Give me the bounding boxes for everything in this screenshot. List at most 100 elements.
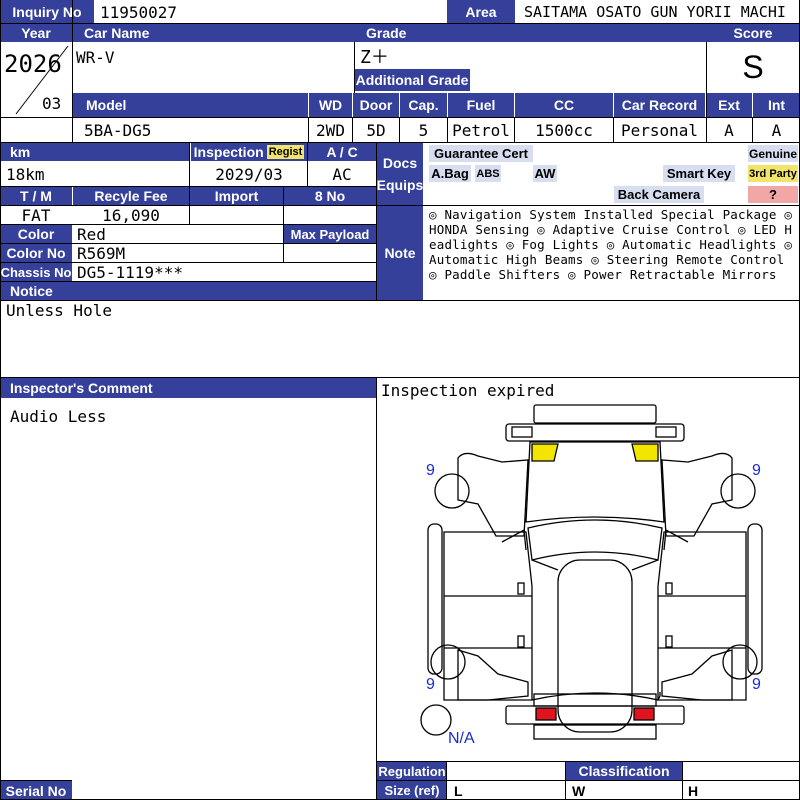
score-value: S [706,42,800,92]
model-label: Model [72,93,308,117]
km-value: 18km [2,162,188,186]
grid-line [0,117,800,118]
fuel-value: Petrol [448,118,514,142]
year-month-value: 03 [42,94,62,113]
ac-value: AC [308,162,376,186]
grid-line [399,117,400,143]
car-name-value: WR-V [72,42,354,70]
grid-line [0,281,376,282]
int-value: A [753,118,800,142]
recycle-fee-value: 16,090 [73,206,189,224]
grid-line [706,42,707,143]
smart-key-tag: Smart Key [663,165,735,182]
car-record-label: Car Record [614,93,705,117]
car-record-value: Personal [614,118,705,142]
inspector-comment-label: Inspector's Comment [0,378,376,398]
serial-no-label: Serial No [0,781,72,800]
grid-line [0,224,376,225]
grid-line [354,42,355,93]
grid-line [514,117,515,143]
year-label: Year [0,24,72,42]
km-label: km [0,143,190,161]
eight-no-label: 8 No [284,187,376,205]
classification-label: Classification [566,762,682,780]
regulation-label: Regulation [377,762,447,780]
left-headlight-mark [531,443,559,462]
year-cell: 2026 03 [0,42,72,118]
guarantee-cert-tag: Guarantee Cert [429,145,533,162]
inspection-status: Inspection expired [381,380,791,400]
grid-line [0,142,800,143]
size-ref-label: Size (ref) [377,781,447,800]
tm-label: T / M [0,187,72,205]
color-value: Red [73,225,283,243]
area-value: SAITAMA OSATO GUN YORII MACHI [520,1,798,23]
grid-line [376,761,800,762]
grid-line [0,205,800,206]
abs-tag: ABS [475,165,501,182]
inquiry-no-label: Inquiry No [0,0,94,24]
spare-tire-mark: N/A [448,730,475,747]
area-label: Area [447,0,515,24]
front-right-wheel-mark: 9 [752,462,761,479]
import-label: Import [190,187,283,205]
grid-line [189,142,190,224]
grid-line [565,761,566,800]
grid-line [447,117,448,143]
grid-line [72,0,73,143]
max-payload-value [284,244,376,262]
tm-value: FAT [0,206,72,224]
size-l-label: L [450,781,560,800]
int-label: Int [753,93,800,117]
right-headlight-mark [631,443,659,462]
left-taillight-mark [535,707,557,721]
unknown-tag: ? [748,186,798,203]
color-label: Color [0,225,72,243]
note-label: Note [377,206,423,300]
import-value [190,206,283,224]
grid-line [682,761,683,800]
grid-line [613,117,614,143]
equips-label: Equips [377,177,423,193]
chassis-no-label: Chassis No [0,263,72,281]
rear-right-wheel-mark: 9 [752,676,761,693]
note-text: ◎ Navigation System Installed Special Pa… [429,207,793,282]
inspector-comment-value: Audio Less [6,406,366,426]
spare-tire [420,704,452,736]
eight-no-value [284,206,376,224]
size-h-label: H [684,781,794,800]
grade-label: Grade [354,24,706,42]
grid-line [0,23,800,24]
chassis-no-value: DG5-1119*** [73,263,376,281]
docs-equips-label: Docs Equips [377,143,423,205]
genuine-tag: Genuine [748,145,798,162]
notice-value: Unless Hole [2,301,792,321]
rear-left-wheel-mark: 9 [426,676,435,693]
grid-line [307,142,308,187]
grid-line [0,300,800,301]
regist-badge: Regist [266,145,305,159]
car-damage-diagram [420,404,763,740]
cc-value: 1500cc [515,118,613,142]
model-value: 5BA-DG5 [80,118,306,142]
ext-value: A [706,118,752,142]
door-label: Door [353,93,399,117]
grid-line [0,186,376,187]
inspection-value: 2029/03 [191,162,307,186]
grid-line [0,0,1,800]
cap-label: Cap. [400,93,447,117]
grid-line [283,186,284,263]
additional-grade-value [472,69,706,91]
grade-value: Z＋ [356,43,706,68]
ac-label: A / C [308,143,376,161]
max-payload-label: Max Payload [284,225,376,243]
recycle-fee-label: Recyle Fee [73,187,189,205]
size-w-label: W [568,781,678,800]
front-left-wheel-mark: 9 [426,462,435,479]
fuel-label: Fuel [448,93,514,117]
additional-grade-label: Additional Grade [354,69,470,91]
notice-label: Notice [0,282,376,300]
color-no-value: R569M [73,244,283,262]
grid-line [0,780,72,781]
ext-label: Ext [706,93,752,117]
